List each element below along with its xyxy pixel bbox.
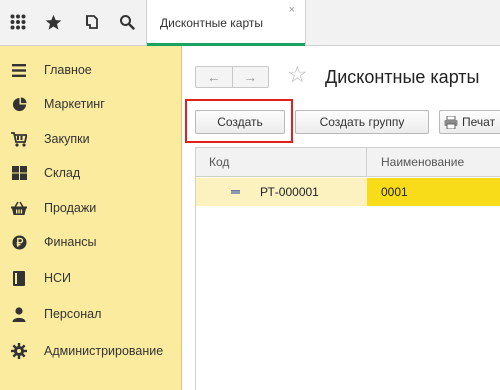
sidebar-item-label: Склад <box>44 166 81 180</box>
column-header-name[interactable]: Наименование <box>381 155 464 169</box>
gear-icon <box>11 343 27 359</box>
cart-icon <box>11 131 27 147</box>
apps-grid-icon[interactable] <box>4 8 32 36</box>
sidebar-item-personnel[interactable]: Персонал <box>0 300 182 328</box>
reference-book-icon <box>11 270 27 286</box>
top-bar: Дисконтные карты × <box>0 0 500 46</box>
warehouse-grid-icon <box>11 165 27 181</box>
print-button-label: Печат <box>462 115 496 129</box>
tab-discount-cards[interactable]: Дисконтные карты × <box>146 0 306 46</box>
table-row[interactable]: РТ-000001 0001 <box>196 178 500 206</box>
pie-chart-icon <box>11 96 27 112</box>
create-group-button[interactable]: Создать группу <box>295 110 429 134</box>
basket-icon <box>11 200 27 216</box>
page-title: Дисконтные карты <box>325 67 480 87</box>
column-divider <box>366 148 367 177</box>
favorite-star-icon[interactable]: ☆ <box>287 63 308 86</box>
data-table: Код Наименование РТ-000001 0001 <box>195 147 500 390</box>
sidebar-item-main[interactable]: Главное <box>0 56 182 84</box>
printer-icon <box>444 115 458 129</box>
cell-code: РТ-000001 <box>260 185 319 199</box>
sidebar-item-label: Персонал <box>44 307 102 321</box>
sidebar-item-label: Закупки <box>44 132 90 146</box>
selected-cell[interactable]: 0001 <box>367 178 500 206</box>
sidebar-item-label: Администрирование <box>44 344 164 358</box>
sidebar-item-finance[interactable]: Финансы <box>0 228 182 256</box>
table-header: Код Наименование <box>196 148 500 177</box>
history-icon[interactable] <box>78 8 106 36</box>
sidebar-item-nsi[interactable]: НСИ <box>0 264 182 292</box>
main-content: ← → ☆ Дисконтные карты Создать Создать г… <box>183 47 500 390</box>
create-button[interactable]: Создать <box>195 110 285 134</box>
person-icon <box>11 306 27 322</box>
forward-button[interactable]: → <box>232 67 268 87</box>
sidebar-item-marketing[interactable]: Маркетинг <box>0 90 182 118</box>
element-marker-icon <box>231 190 240 194</box>
menu-lines-icon <box>11 62 27 78</box>
sidebar-item-warehouse[interactable]: Склад <box>0 159 182 187</box>
column-header-code[interactable]: Код <box>209 155 229 169</box>
ruble-icon <box>11 234 27 250</box>
sidebar-item-label: НСИ <box>44 271 72 285</box>
star-icon[interactable] <box>39 8 67 36</box>
tab-label: Дисконтные карты <box>160 16 263 30</box>
print-button[interactable]: Печат <box>439 110 500 134</box>
sidebar-item-label: Финансы <box>44 235 97 249</box>
sidebar-item-label: Продажи <box>44 201 97 215</box>
sidebar-item-administration[interactable]: Администрирование <box>0 337 182 365</box>
sidebar: Главное Маркетинг Закупки Склад Продажи … <box>0 46 182 390</box>
sidebar-item-purchases[interactable]: Закупки <box>0 125 182 153</box>
sidebar-item-label: Маркетинг <box>44 97 105 111</box>
history-navigation: ← → <box>195 66 269 88</box>
search-icon[interactable] <box>113 8 141 36</box>
cell-name: 0001 <box>381 185 408 199</box>
sidebar-item-sales[interactable]: Продажи <box>0 194 182 222</box>
sidebar-item-label: Главное <box>44 63 92 77</box>
close-icon[interactable]: × <box>289 4 295 16</box>
back-button[interactable]: ← <box>196 67 232 87</box>
